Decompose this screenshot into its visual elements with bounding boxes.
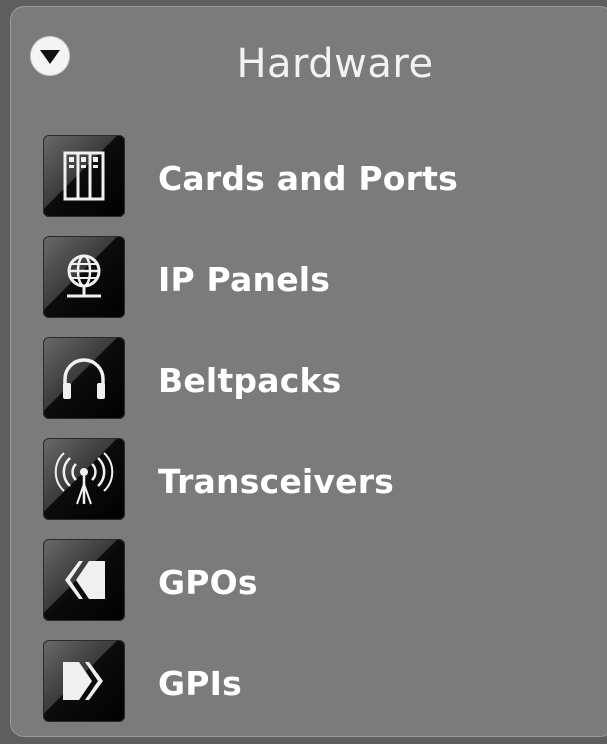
section-title: Hardware [236,41,434,87]
hardware-panel: Hardware Cards and Ports IP Panels Beltp… [10,6,607,737]
globe-network-icon [43,236,125,318]
cards-rack-icon [43,135,125,217]
list-item-ip-panels[interactable]: IP Panels [43,236,583,318]
item-label: Beltpacks [158,361,342,400]
list-item-transceivers[interactable]: Transceivers [43,438,583,520]
panel-header: Hardware [11,7,607,117]
item-label: Cards and Ports [158,159,458,198]
collapse-button[interactable] [31,37,69,75]
arrow-left-icon [43,539,125,621]
list-item-gpos[interactable]: GPOs [43,539,583,621]
list-item-beltpacks[interactable]: Beltpacks [43,337,583,419]
arrow-right-icon [43,640,125,722]
item-label: IP Panels [158,260,331,299]
antenna-signal-icon [43,438,125,520]
item-label: GPOs [158,563,258,602]
item-label: Transceivers [158,462,395,501]
chevron-down-circle-icon [40,50,60,64]
list-item-cards-and-ports[interactable]: Cards and Ports [43,135,583,217]
list-item-gpis[interactable]: GPIs [43,640,583,722]
headset-icon [43,337,125,419]
item-label: GPIs [158,664,242,703]
